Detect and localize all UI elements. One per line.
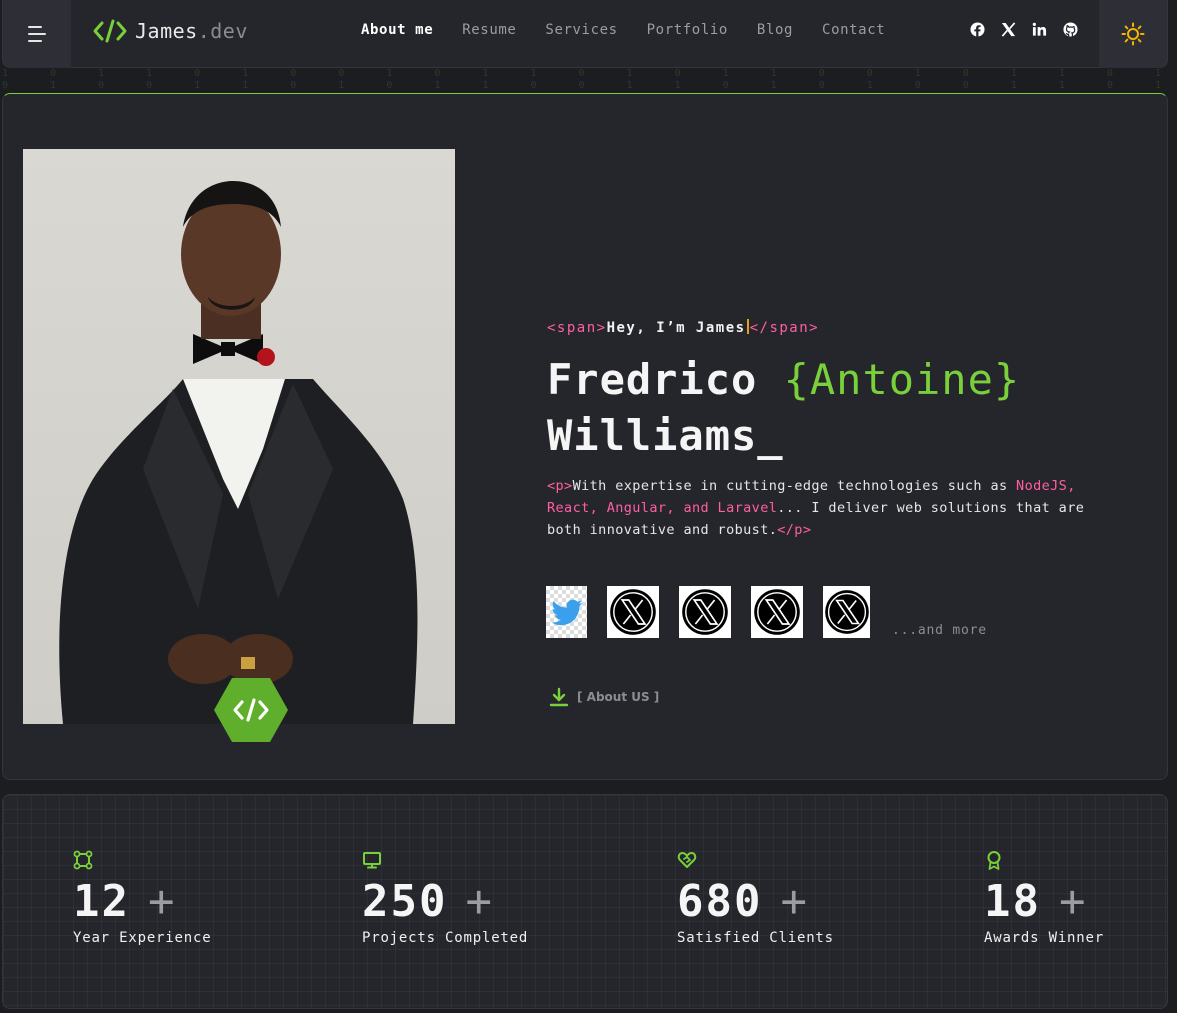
middle-name: Antoine: [809, 355, 994, 404]
x-logo-icon: [610, 589, 656, 635]
code-rain-decoration: 1 0 1 1 0 1 0 0 1 0 1 1 0 1 0 1 1 0 0 1 …: [2, 68, 1168, 91]
monitor-icon: [363, 852, 381, 869]
stats-section: 12 + Year Experience 250 + Projects Comple…: [2, 794, 1168, 1009]
x-logo-icon: [824, 590, 869, 634]
hamburger-menu-button[interactable]: [3, 0, 71, 68]
sun-icon: [1121, 22, 1145, 46]
stat-number: 250 +: [362, 876, 494, 927]
and-more-text: ...and more: [892, 622, 987, 638]
code-brackets-icon: [93, 19, 127, 43]
nav-blog[interactable]: Blog: [757, 22, 793, 38]
stat-experience: 12 + Year Experience: [73, 850, 211, 946]
download-icon: [549, 687, 569, 707]
theme-toggle-button[interactable]: [1099, 0, 1167, 68]
github-icon[interactable]: [1062, 21, 1079, 38]
x-logo-icon: [682, 589, 728, 635]
x-tile[interactable]: [751, 586, 803, 638]
x-logo-icon: [754, 589, 800, 635]
linkedin-icon[interactable]: [1031, 21, 1048, 38]
span-close-tag: </span>: [749, 320, 820, 336]
menu-line: [28, 40, 42, 42]
brand-name: James.dev: [135, 19, 248, 43]
nav-contact[interactable]: Contact: [822, 22, 885, 38]
nav-resume[interactable]: Resume: [462, 22, 516, 38]
x-tile[interactable]: [823, 586, 870, 638]
hero-section: <span>Hey, I’m James </span> Fredrico {An…: [2, 93, 1168, 780]
span-open-tag: <span>: [547, 320, 607, 336]
stat-clients: 680 + Satisfied Clients: [677, 850, 834, 946]
main-nav: About me Resume Services Portfolio Blog …: [361, 22, 885, 38]
hero-name: Fredrico {Antoine} Williams_: [547, 355, 1021, 460]
heart-handshake-icon: [677, 852, 697, 868]
stat-number: 18 +: [984, 876, 1088, 927]
x-tile[interactable]: [679, 586, 731, 638]
typing-cursor: [746, 319, 749, 334]
stat-label: Satisfied Clients: [677, 930, 834, 946]
menu-line: [28, 33, 46, 35]
about-us-label: [ About US ]: [577, 690, 660, 704]
nav-services[interactable]: Services: [545, 22, 617, 38]
nav-about-me[interactable]: About me: [361, 22, 433, 38]
social-tiles: ...and more: [546, 586, 987, 638]
stat-projects: 250 + Projects Completed: [362, 850, 528, 946]
header-social-links: [969, 21, 1079, 38]
code-badge-icon: [214, 678, 288, 742]
twitter-tile[interactable]: [546, 586, 587, 638]
profile-photo: [23, 149, 455, 724]
stat-awards: 18 + Awards Winner: [984, 850, 1104, 946]
stat-number: 680 +: [677, 876, 809, 927]
brand-logo-link[interactable]: James.dev: [93, 18, 248, 44]
x-icon[interactable]: [1000, 21, 1017, 38]
award-icon: [987, 851, 1001, 870]
greeting-line: <span>Hey, I’m James </span>: [547, 319, 819, 336]
stat-label: Awards Winner: [984, 930, 1104, 946]
nav-portfolio[interactable]: Portfolio: [647, 22, 728, 38]
menu-line: [28, 26, 42, 28]
about-us-link[interactable]: [ About US ]: [549, 687, 659, 707]
hero-description: <p>With expertise in cutting-edge techno…: [547, 478, 1085, 538]
twitter-bird-icon: [550, 599, 583, 626]
stat-label: Year Experience: [73, 930, 212, 946]
facebook-icon[interactable]: [969, 21, 986, 38]
stat-number: 12 +: [73, 876, 177, 927]
site-header: James.dev About me Resume Services Portf…: [2, 0, 1168, 68]
stat-label: Projects Completed: [362, 930, 529, 946]
greeting-text: Hey, I’m James: [606, 320, 746, 336]
x-tile[interactable]: [607, 586, 659, 638]
frame-icon: [73, 850, 93, 870]
